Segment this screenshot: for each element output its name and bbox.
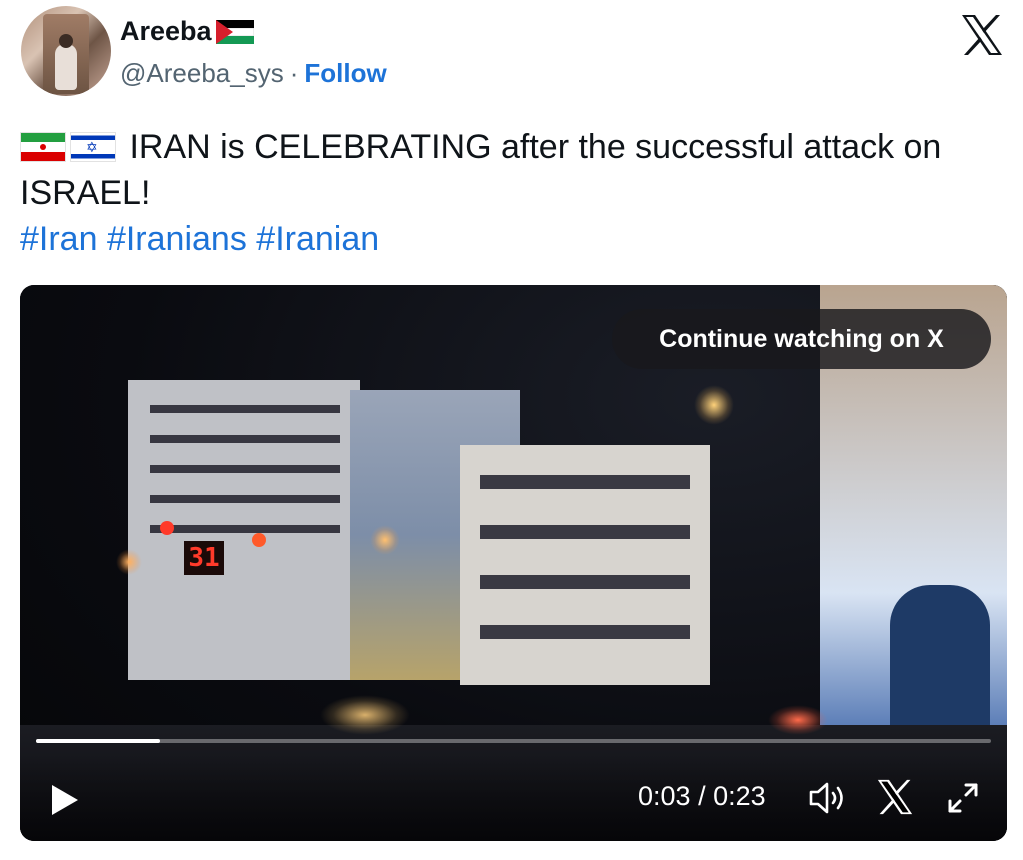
duration: 0:23 xyxy=(713,781,766,811)
palestine-flag-icon xyxy=(215,19,254,44)
tweet-body: IRAN is CELEBRATING after the successful… xyxy=(20,128,942,212)
progress-bar[interactable] xyxy=(36,739,991,743)
separator-dot: · xyxy=(289,58,299,88)
author-handle-row: @Areeba_sys · Follow xyxy=(120,58,387,89)
video-player[interactable]: 31 Continue watching on X 0:03 / 0:23 xyxy=(20,285,1007,841)
hashtag-link[interactable]: #Iranians xyxy=(107,220,247,258)
building-right-entrance xyxy=(890,585,990,725)
avatar-head-shape xyxy=(59,34,73,48)
hashtag-list: #Iran #Iranians #Iranian xyxy=(20,216,1000,262)
avatar-figure-shape xyxy=(55,44,77,90)
x-logo-icon[interactable] xyxy=(960,14,1004,56)
tweet-text: ✡ IRAN is CELEBRATING after the successf… xyxy=(20,124,1000,262)
time-separator: / xyxy=(690,781,714,811)
hashtag-link[interactable]: #Iran xyxy=(20,220,98,258)
follow-button[interactable]: Follow xyxy=(304,58,386,88)
author-name-row: Areeba xyxy=(120,16,254,47)
x-logo-icon[interactable] xyxy=(876,779,914,815)
progress-fill xyxy=(36,739,161,743)
author-display-name[interactable]: Areeba xyxy=(120,16,212,47)
fullscreen-icon[interactable] xyxy=(946,781,980,815)
iran-flag-icon xyxy=(20,132,66,162)
author-handle[interactable]: @Areeba_sys xyxy=(120,58,284,88)
hashtag-link[interactable]: #Iranian xyxy=(256,220,379,258)
current-time: 0:03 xyxy=(638,781,691,811)
avatar[interactable] xyxy=(21,6,111,96)
video-time: 0:03 / 0:23 xyxy=(638,781,766,812)
play-icon[interactable] xyxy=(48,783,80,817)
traffic-countdown-sign: 31 xyxy=(184,541,224,575)
controls-shade xyxy=(20,755,1007,841)
volume-icon[interactable] xyxy=(808,781,848,815)
israel-flag-icon: ✡ xyxy=(70,132,116,162)
continue-watching-button[interactable]: Continue watching on X xyxy=(612,309,991,369)
